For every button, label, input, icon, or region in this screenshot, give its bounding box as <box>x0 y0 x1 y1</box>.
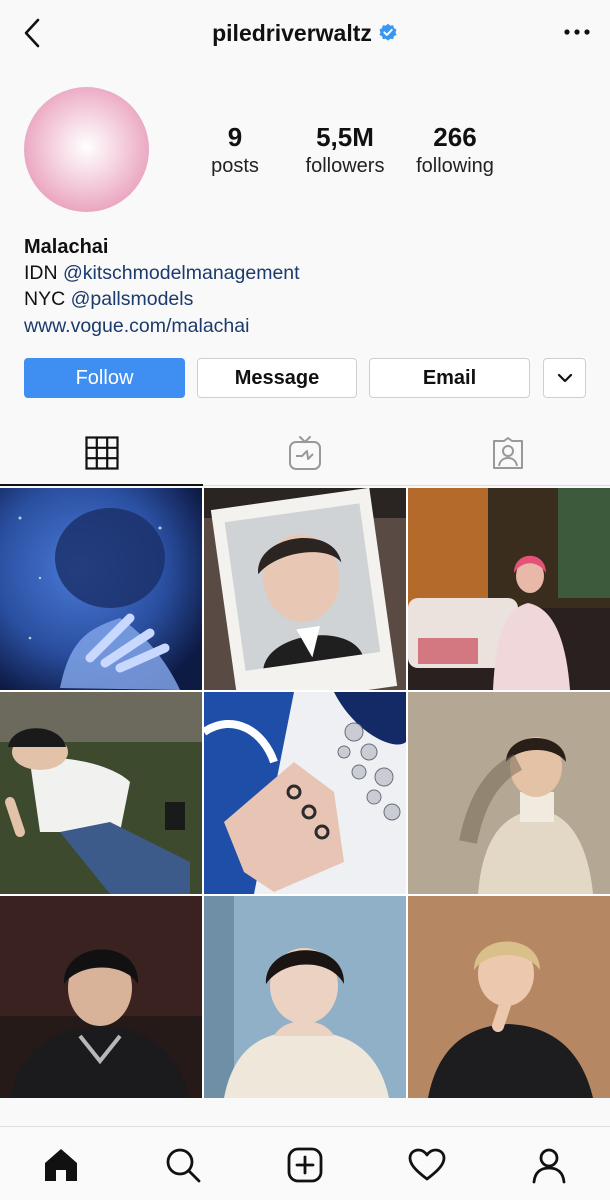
tab-grid[interactable] <box>0 420 203 486</box>
message-button[interactable]: Message <box>197 358 357 398</box>
stat-label: posts <box>211 155 259 177</box>
tab-tagged[interactable] <box>406 420 609 486</box>
post-image <box>0 692 202 894</box>
nav-profile[interactable] <box>529 1145 569 1185</box>
nav-new-post[interactable] <box>285 1145 325 1185</box>
post-image <box>408 692 610 894</box>
website-link[interactable]: www.vogue.com/malachai <box>24 313 300 339</box>
stat-label: following <box>416 155 494 177</box>
suggested-accounts-button[interactable] <box>543 358 586 398</box>
post-image <box>204 692 406 894</box>
post-image <box>0 488 202 690</box>
email-button[interactable]: Email <box>369 358 530 398</box>
follow-button[interactable]: Follow <box>24 358 185 398</box>
stat-value: 266 <box>433 122 477 152</box>
posts-grid <box>0 488 610 1098</box>
new-post-icon <box>287 1147 323 1183</box>
profile-bio: Malachai IDN @kitschmodelmanagement NYC … <box>24 234 300 339</box>
post-thumbnail[interactable] <box>408 692 610 894</box>
grid-icon <box>84 436 119 470</box>
stat-label: followers <box>305 155 385 177</box>
post-image <box>408 488 610 690</box>
post-image <box>408 896 610 1098</box>
verified-badge-icon <box>379 23 397 41</box>
stat-following[interactable]: 266 following <box>400 122 510 180</box>
bio-line: NYC @pallsmodels <box>24 286 300 312</box>
chevron-down-icon <box>557 373 572 383</box>
active-tab-indicator <box>0 484 203 486</box>
activity-heart-icon <box>408 1148 446 1181</box>
profile-tabs <box>0 420 610 486</box>
post-thumbnail[interactable] <box>204 692 406 894</box>
stat-value: 9 <box>227 122 243 152</box>
profile-stats: 9 posts 5,5M followers 266 following <box>180 122 510 180</box>
post-thumbnail[interactable] <box>204 488 406 690</box>
post-thumbnail[interactable] <box>408 896 610 1098</box>
bio-line: IDN @kitschmodelmanagement <box>24 260 300 286</box>
tab-igtv[interactable] <box>203 420 406 486</box>
post-image <box>204 488 406 690</box>
bottom-nav <box>0 1126 610 1200</box>
stat-posts[interactable]: 9 posts <box>180 122 290 180</box>
post-image <box>0 896 202 1098</box>
post-thumbnail[interactable] <box>0 692 202 894</box>
nav-activity[interactable] <box>407 1145 447 1185</box>
post-image <box>204 896 406 1098</box>
bio-prefix: NYC <box>24 288 71 310</box>
igtv-icon <box>288 436 321 470</box>
post-thumbnail[interactable] <box>0 488 202 690</box>
stat-followers[interactable]: 5,5M followers <box>290 122 400 180</box>
home-icon <box>45 1149 77 1181</box>
post-thumbnail[interactable] <box>204 896 406 1098</box>
stat-value: 5,5M <box>316 122 374 152</box>
tagged-icon <box>492 437 523 469</box>
bio-prefix: IDN <box>24 262 63 284</box>
profile-name: Malachai <box>24 236 109 258</box>
more-options-button[interactable] <box>562 24 592 40</box>
profile-avatar[interactable] <box>24 87 149 212</box>
profile-icon <box>532 1148 566 1184</box>
profile-username: piledriverwaltz <box>212 20 372 46</box>
search-icon <box>166 1148 201 1183</box>
post-thumbnail[interactable] <box>0 896 202 1098</box>
nav-search[interactable] <box>163 1145 203 1185</box>
bio-mention-link[interactable]: @kitschmodelmanagement <box>63 262 300 284</box>
nav-home[interactable] <box>41 1145 81 1185</box>
post-thumbnail[interactable] <box>408 488 610 690</box>
more-horizontal-icon <box>564 29 590 35</box>
profile-header: piledriverwaltz <box>0 0 610 68</box>
bio-mention-link[interactable]: @pallsmodels <box>71 288 194 310</box>
